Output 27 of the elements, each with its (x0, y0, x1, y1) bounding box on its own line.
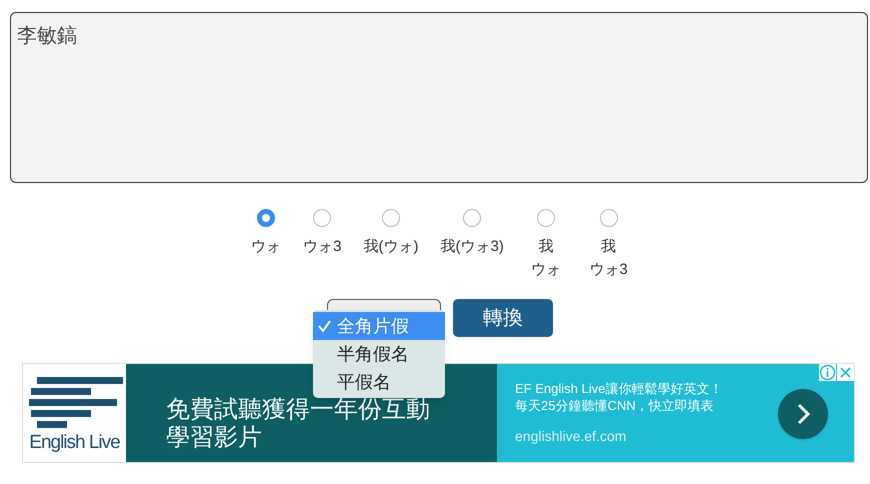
menu-item[interactable]: 平假名 (313, 368, 445, 396)
radio-label: ウォ (251, 237, 282, 257)
ad-body-text: EF English Live讓你輕鬆學好英文！每天25分鐘聽懂CNN，快立即填表 (515, 380, 724, 414)
radio-label: 我ウォ (530, 237, 562, 280)
ad-headline: 免費試聽獲得一年份互動學習影片 (166, 396, 431, 452)
check-icon (317, 319, 333, 333)
radio-label: 我(ウォ3) (440, 237, 504, 257)
chevron-right-icon (796, 403, 810, 425)
menu-item-label: 半角假名 (337, 342, 409, 366)
radio-button[interactable] (257, 209, 276, 227)
menu-item[interactable]: 半角假名 (313, 340, 445, 368)
radio-label: 我(ウォ) (364, 237, 418, 257)
close-icon[interactable] (837, 364, 854, 381)
convert-button[interactable]: 轉換 (453, 299, 553, 337)
radio-button[interactable] (600, 209, 618, 227)
arrow-button[interactable] (778, 389, 828, 439)
radio-button[interactable] (313, 209, 332, 227)
radio-button[interactable] (537, 209, 556, 227)
radio-button[interactable] (463, 209, 482, 227)
menu-item-label: 平假名 (337, 370, 391, 394)
text-area[interactable]: 李敏鎬 (10, 12, 868, 183)
info-icon[interactable] (819, 364, 836, 381)
radio-label: 我ウォ3 (588, 237, 629, 280)
radio-button[interactable] (382, 209, 400, 227)
logo-text: English Live (29, 432, 120, 452)
menu-item-label: 全角片假 (337, 314, 409, 338)
radio-label: ウォ3 (303, 237, 342, 257)
